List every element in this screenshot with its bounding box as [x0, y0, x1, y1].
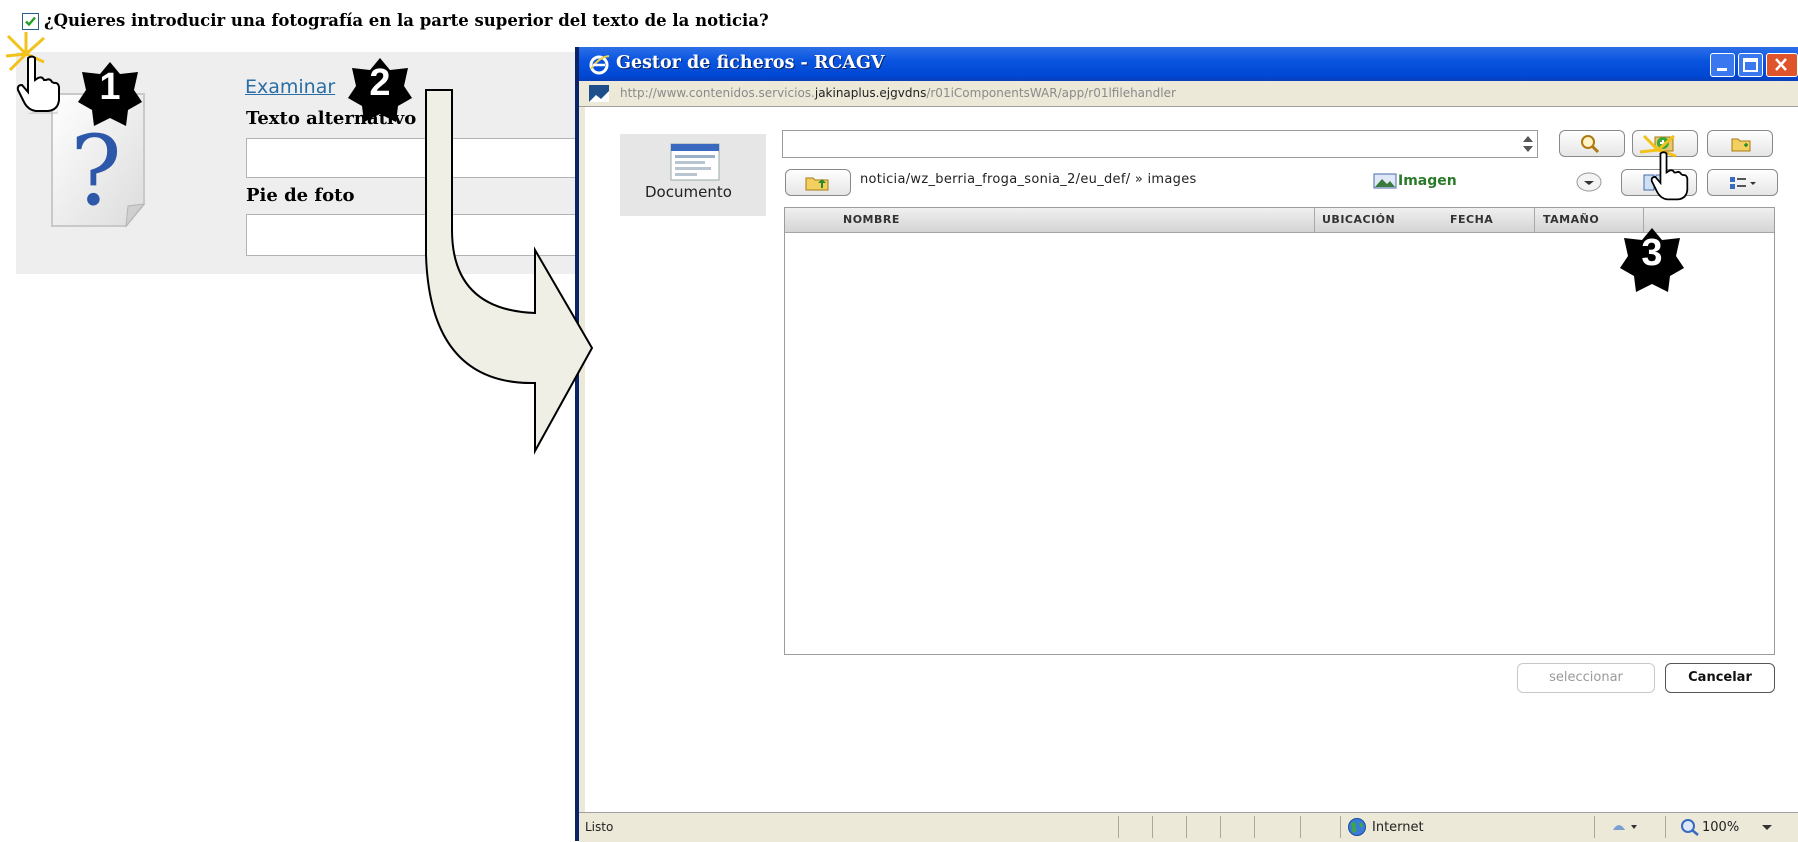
step-1-number: 1 — [99, 66, 121, 108]
minimize-icon — [1717, 68, 1727, 71]
maximize-icon — [1743, 58, 1758, 72]
alt-text-label: Texto alternativo — [246, 108, 417, 129]
search-button[interactable] — [1559, 130, 1625, 157]
column-header-location[interactable]: UBICACIÓN — [1322, 213, 1395, 226]
search-spinner[interactable] — [1520, 133, 1536, 155]
window-title: Gestor de ficheros - RCAGV — [616, 53, 885, 73]
hand-cursor-icon — [1650, 151, 1689, 201]
caption-label: Pie de foto — [246, 185, 355, 206]
status-separator — [1340, 816, 1341, 838]
document-icon — [670, 143, 720, 181]
search-input[interactable] — [782, 130, 1538, 158]
select-button[interactable]: seleccionar — [1517, 663, 1655, 693]
minimize-button[interactable] — [1710, 53, 1735, 77]
status-separator — [1186, 816, 1187, 838]
show-photo-checkbox[interactable] — [22, 13, 39, 30]
folder-up-button[interactable] — [785, 169, 851, 196]
column-separator — [1314, 208, 1315, 232]
file-type-label: Imagen — [1398, 173, 1457, 189]
status-text: Listo — [585, 820, 614, 834]
maximize-button[interactable] — [1738, 53, 1763, 77]
browse-link[interactable]: Examinar — [245, 76, 335, 98]
svg-text:?: ? — [70, 115, 121, 227]
close-button[interactable] — [1766, 53, 1798, 77]
chevron-down-icon[interactable] — [1760, 822, 1774, 832]
step-2-number: 2 — [369, 62, 391, 104]
spinner-arrows-icon — [1523, 136, 1533, 152]
protected-mode-icon[interactable] — [1609, 818, 1649, 836]
show-photo-question: ¿Quieres introducir una fotografía en la… — [44, 11, 769, 30]
list-view-icon — [1730, 177, 1756, 189]
view-list-button[interactable] — [1707, 169, 1778, 196]
current-path: noticia/wz_berria_froga_sonia_2/eu_def/ … — [860, 172, 1197, 187]
status-separator — [1594, 816, 1595, 838]
flow-arrow-icon — [425, 89, 594, 455]
status-separator — [1220, 816, 1221, 838]
magnifier-icon — [1581, 135, 1600, 154]
chevron-down-icon — [1576, 172, 1602, 192]
column-header-date[interactable]: FECHA — [1450, 213, 1493, 226]
column-header-size[interactable]: TAMAÑO — [1543, 213, 1599, 226]
column-separator — [1534, 208, 1535, 232]
folder-add-icon — [1731, 138, 1751, 152]
status-separator — [1254, 816, 1255, 838]
step-3-number: 3 — [1641, 232, 1663, 274]
address-url: http://www.contenidos.servicios.jakinapl… — [620, 86, 1176, 100]
status-separator — [1665, 816, 1666, 838]
security-zone: Internet — [1372, 820, 1424, 835]
zoom-icon — [1681, 819, 1699, 836]
globe-icon — [1348, 818, 1366, 836]
close-icon — [1775, 58, 1787, 71]
hand-cursor-icon — [16, 55, 60, 114]
folder-up-icon — [805, 177, 829, 191]
ie-logo-icon — [589, 55, 610, 75]
column-header-name[interactable]: NOMBRE — [843, 213, 900, 226]
sidebar-item-label: Documento — [645, 183, 732, 201]
new-folder-button[interactable] — [1707, 130, 1773, 157]
zoom-level[interactable]: 100% — [1702, 820, 1739, 835]
status-separator — [1118, 816, 1119, 838]
status-separator — [1300, 816, 1301, 838]
cancel-button[interactable]: Cancelar — [1665, 663, 1775, 693]
check-icon — [25, 16, 36, 27]
image-type-icon — [1373, 173, 1397, 189]
status-separator — [1152, 816, 1153, 838]
